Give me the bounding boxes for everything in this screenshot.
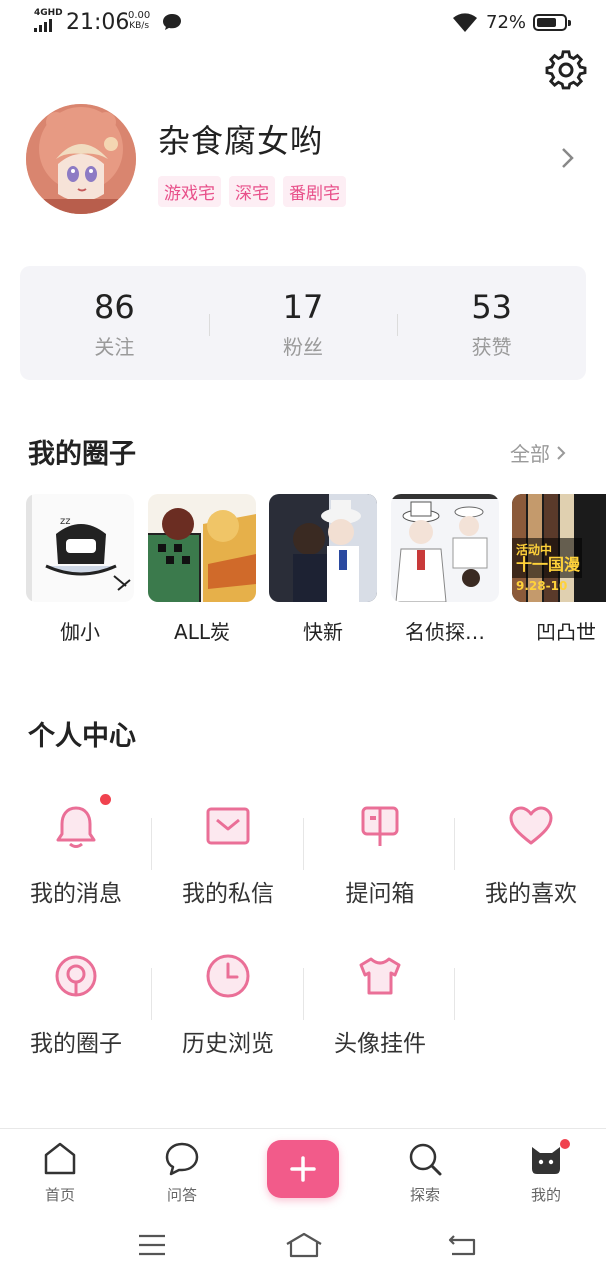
mailbox-icon [361, 806, 399, 846]
menu-label: 提问箱 [345, 881, 415, 907]
stat-value: 17 [282, 287, 324, 326]
circle-name: 凹凸世 [536, 620, 596, 644]
circle-thumbnail: zz [26, 494, 134, 602]
menu-my-messages[interactable]: 我的消息 [0, 794, 152, 908]
circle-icon [55, 955, 97, 997]
back-icon[interactable] [446, 1232, 480, 1258]
menu-avatar-pendant[interactable]: 头像挂件 [304, 950, 456, 1058]
circle-thumbnail [148, 494, 256, 602]
notification-dot [100, 794, 111, 805]
circle-item[interactable]: zz 伽小 [26, 494, 134, 644]
tab-qa[interactable]: 问答 [142, 1141, 222, 1205]
gear-icon [545, 50, 587, 90]
circle-item[interactable]: 快新 [269, 494, 377, 644]
circle-item[interactable]: ALL炭 [148, 494, 256, 644]
thumb-caption: 9.28-10 [516, 579, 567, 593]
speed-unit: KB/s [129, 21, 150, 31]
speed-value: 0.00 [128, 10, 151, 21]
tab-me[interactable]: 我的 [506, 1139, 586, 1205]
chevron-right-icon [557, 445, 566, 460]
signal-icon [34, 19, 52, 32]
tab-label: 探索 [409, 1186, 440, 1204]
shirt-icon [359, 957, 401, 995]
menu-history[interactable]: 历史浏览 [152, 950, 304, 1058]
stat-label: 关注 [94, 334, 135, 359]
menu-label: 头像挂件 [334, 1031, 426, 1057]
profile-tag[interactable]: 游戏宅 [158, 176, 221, 207]
view-all-link[interactable]: 全部 [510, 438, 566, 467]
circle-thumbnail [269, 494, 377, 602]
home-icon [44, 1142, 76, 1175]
system-navigation-bar [0, 1214, 606, 1280]
stats-card: 86 关注 17 粉丝 53 获赞 [20, 266, 586, 380]
message-notification-icon [163, 14, 181, 30]
settings-button[interactable] [544, 48, 588, 92]
chevron-right-icon[interactable] [560, 146, 576, 170]
tab-explore[interactable]: 探索 [385, 1141, 465, 1205]
plus-icon [290, 1156, 316, 1182]
wifi-icon [453, 13, 477, 32]
bell-icon [56, 806, 96, 848]
menu-label: 我的圈子 [30, 1031, 122, 1057]
create-post-button[interactable] [267, 1140, 339, 1198]
circle-thumbnail [391, 494, 499, 602]
circle-name: 快新 [303, 620, 343, 644]
tab-label: 首页 [44, 1186, 75, 1204]
avatar-image [26, 104, 136, 214]
section-title-circles: 我的圈子 [28, 439, 136, 470]
heart-icon [509, 806, 553, 845]
stat-label: 获赞 [471, 334, 512, 359]
menu-my-likes[interactable]: 我的喜欢 [455, 800, 606, 908]
menu-label: 我的私信 [182, 881, 274, 907]
stat-label: 粉丝 [283, 334, 323, 359]
menu-label: 我的喜欢 [485, 881, 577, 907]
profile-name: 杂食腐女哟 [158, 122, 324, 160]
profile-tags: 游戏宅 深宅 番剧宅 [158, 176, 346, 207]
circle-item[interactable]: 名侦探… [391, 494, 499, 644]
network-speed: 0.00 KB/s [128, 10, 151, 32]
home-nav-icon[interactable] [283, 1230, 325, 1260]
circle-list: zz 伽小 ALL炭 快新 名侦探… 活动中 十一国漫 9.28-10 凹凸世 [0, 494, 606, 644]
thumb-caption: 十一国漫 [516, 555, 580, 574]
menu-label: 我的消息 [30, 881, 122, 907]
cat-face-icon [532, 1147, 560, 1174]
status-bar: 4GHD 21:06 0.00 KB/s 72% [0, 0, 606, 46]
profile-tag[interactable]: 番剧宅 [283, 176, 346, 207]
search-icon [409, 1143, 442, 1176]
profile-tag[interactable]: 深宅 [229, 176, 275, 207]
envelope-icon [206, 807, 250, 845]
menu-private-messages[interactable]: 我的私信 [152, 800, 304, 908]
battery-icon [533, 14, 571, 31]
stat-following[interactable]: 86 关注 [20, 266, 209, 380]
battery-percent: 72% [486, 12, 527, 33]
notification-dot [560, 1139, 570, 1149]
stat-likes[interactable]: 53 获赞 [397, 266, 586, 380]
stat-value: 53 [471, 287, 513, 326]
circle-item[interactable]: 活动中 十一国漫 9.28-10 凹凸世 [512, 494, 606, 644]
view-all-label: 全部 [510, 442, 550, 466]
menu-icon[interactable] [136, 1232, 168, 1258]
tab-home[interactable]: 首页 [20, 1141, 100, 1205]
menu-question-box[interactable]: 提问箱 [304, 800, 456, 908]
circle-thumbnail: 活动中 十一国漫 9.28-10 [512, 494, 606, 602]
clock-icon [206, 954, 250, 998]
status-time: 21:06 [66, 10, 130, 35]
stat-value: 86 [93, 287, 135, 326]
circle-name: 名侦探… [405, 620, 485, 644]
stat-followers[interactable]: 17 粉丝 [208, 266, 398, 380]
menu-label: 历史浏览 [182, 1031, 274, 1057]
circle-name: ALL炭 [174, 620, 230, 644]
section-title-personal-center: 个人中心 [28, 721, 136, 752]
tab-label: 我的 [530, 1186, 561, 1204]
network-type: 4GHD [34, 8, 63, 18]
circle-name: 伽小 [60, 620, 100, 644]
chat-bubble-icon [165, 1142, 199, 1176]
avatar[interactable] [26, 104, 136, 214]
svg-text:zz: zz [60, 516, 71, 527]
tab-label: 问答 [166, 1186, 197, 1204]
menu-my-circles[interactable]: 我的圈子 [0, 950, 152, 1058]
